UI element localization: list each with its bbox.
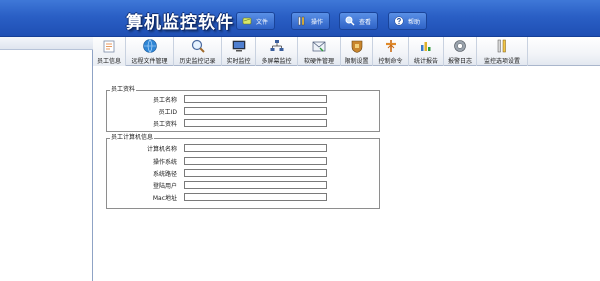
tool-software[interactable]: 软硬件管理 bbox=[298, 37, 341, 66]
tool-multi-screen-label: 多屏幕监控 bbox=[261, 58, 292, 65]
tool-history-label: 历史监控记录 bbox=[179, 58, 216, 65]
tool-employee-info-label: 员工信息 bbox=[96, 58, 121, 65]
system-path-label: 系统路径 bbox=[152, 171, 177, 178]
pin-icon bbox=[385, 40, 396, 52]
tool-alarm-log-label: 报警日志 bbox=[447, 58, 472, 65]
system-path-field[interactable] bbox=[184, 169, 327, 177]
os-label: 操作系统 bbox=[152, 159, 177, 166]
bar-chart-icon bbox=[421, 42, 431, 51]
os-field[interactable] bbox=[184, 157, 327, 165]
tool-multi-screen[interactable]: 多屏幕监控 bbox=[256, 37, 298, 66]
menu-file-label: 文件 bbox=[256, 18, 269, 26]
main-toolbar: 员工信息 远程文件管理 历史监控记录 实时监控 多屏幕监控 软硬件管理 限制设置… bbox=[93, 37, 600, 66]
employee-id-label: 员工ID bbox=[158, 109, 177, 116]
tool-restriction[interactable]: 限制设置 bbox=[341, 37, 373, 66]
employee-name-field[interactable] bbox=[184, 95, 327, 103]
search-icon bbox=[345, 16, 355, 26]
tools-icon bbox=[298, 16, 305, 26]
tool-realtime[interactable]: 实时监控 bbox=[222, 37, 256, 66]
mail-icon bbox=[312, 41, 326, 52]
tool-remote-file-label: 远程文件管理 bbox=[131, 58, 168, 65]
tool-history[interactable]: 历史监控记录 bbox=[174, 37, 222, 66]
tool-monitor-options[interactable]: 监控选项设置 bbox=[477, 37, 528, 66]
employee-profile-label: 员工资料 bbox=[152, 121, 177, 128]
shield-icon bbox=[351, 40, 362, 53]
employee-info-panel: 员工资料 员工名称 员工ID 员工资料 员工计算机信息 计算机名称 操作系统 系… bbox=[93, 66, 600, 281]
mac-address-label: Mac地址 bbox=[152, 195, 177, 202]
employee-profile-field[interactable] bbox=[184, 119, 327, 127]
menu-help-label: 帮助 bbox=[408, 18, 421, 26]
tool-realtime-label: 实时监控 bbox=[226, 58, 251, 65]
employee-tree-panel[interactable] bbox=[0, 37, 93, 281]
file-icon bbox=[242, 17, 252, 25]
employee-id-field[interactable] bbox=[184, 107, 327, 115]
title-banner: 算机监控软件 文件 操作 查看 帮助 bbox=[0, 0, 600, 37]
menu-view-button[interactable]: 查看 bbox=[339, 12, 379, 30]
tool-statistics[interactable]: 统计报告 bbox=[409, 37, 444, 66]
login-user-field[interactable] bbox=[184, 181, 327, 189]
employee-tree-header bbox=[0, 37, 93, 50]
menu-file-button[interactable]: 文件 bbox=[236, 12, 276, 30]
magnifier-icon bbox=[191, 39, 205, 53]
help-icon bbox=[394, 16, 404, 26]
login-user-label: 登陆用户 bbox=[152, 183, 177, 190]
menu-help-button[interactable]: 帮助 bbox=[388, 12, 428, 30]
tool-restriction-label: 限制设置 bbox=[344, 58, 369, 65]
tool-control[interactable]: 控制命令 bbox=[373, 37, 409, 66]
alarm-icon bbox=[454, 40, 466, 52]
tool-employee-info[interactable]: 员工信息 bbox=[93, 37, 126, 66]
network-icon bbox=[270, 40, 283, 51]
tool-statistics-label: 统计报告 bbox=[413, 58, 438, 65]
menu-operate-label: 操作 bbox=[311, 18, 324, 26]
globe-icon bbox=[142, 39, 157, 53]
monitor-icon bbox=[232, 40, 245, 52]
tool-software-label: 软硬件管理 bbox=[303, 58, 334, 65]
tool-monitor-options-label: 监控选项设置 bbox=[483, 58, 520, 65]
tool-alarm-log[interactable]: 报警日志 bbox=[444, 37, 477, 66]
tool-remote-file[interactable]: 远程文件管理 bbox=[126, 37, 174, 66]
computer-name-label: 计算机名称 bbox=[146, 146, 177, 153]
computer-info-legend: 员工计算机信息 bbox=[111, 134, 154, 141]
employee-name-label: 员工名称 bbox=[152, 97, 177, 104]
computer-name-field[interactable] bbox=[184, 144, 327, 152]
menu-view-label: 查看 bbox=[359, 18, 372, 26]
user-info-icon bbox=[103, 40, 115, 53]
settings-tools-icon bbox=[497, 39, 506, 53]
menu-operate-button[interactable]: 操作 bbox=[291, 12, 331, 30]
mac-address-field[interactable] bbox=[184, 193, 327, 201]
employee-info-legend: 员工资料 bbox=[111, 86, 136, 93]
app-title: 算机监控软件 bbox=[126, 13, 234, 33]
tool-control-label: 控制命令 bbox=[378, 58, 403, 65]
